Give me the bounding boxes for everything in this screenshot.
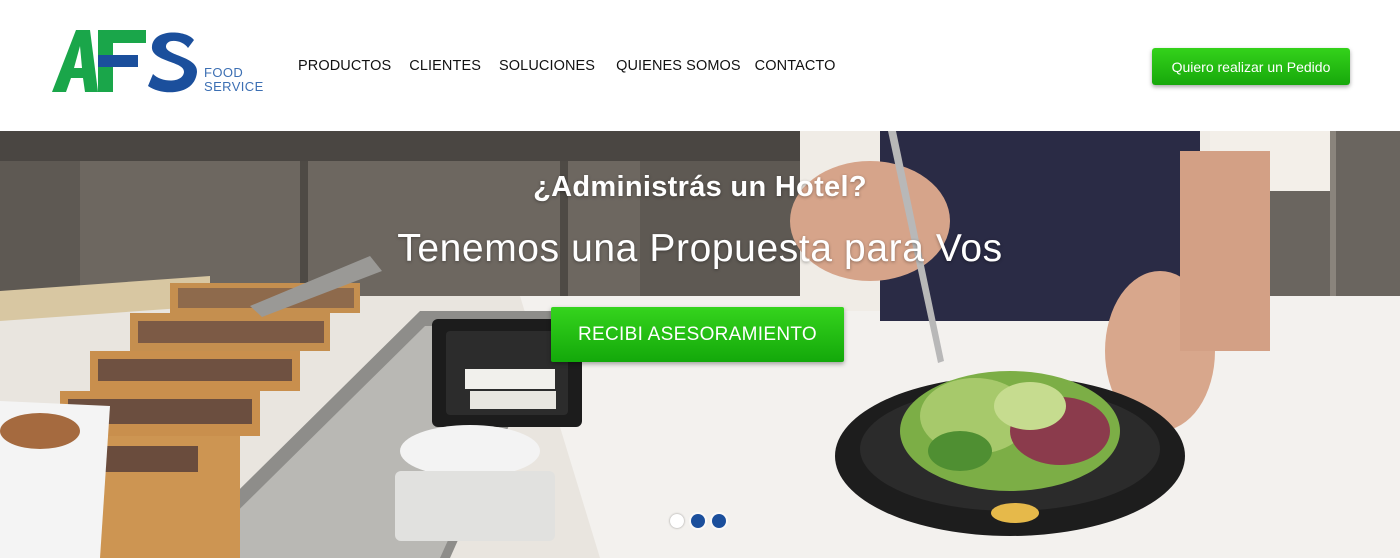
- afs-logo[interactable]: FOOD SERVICE: [52, 28, 267, 96]
- place-order-button[interactable]: Quiero realizar un Pedido: [1152, 48, 1350, 85]
- carousel-dot-3[interactable]: [712, 514, 726, 528]
- carousel-dot-1[interactable]: [670, 514, 684, 528]
- hero-title: ¿Administrás un Hotel?: [533, 171, 867, 203]
- logo-tagline-line2: SERVICE: [204, 79, 264, 94]
- site-header: FOOD SERVICE PRODUCTOS CLIENTES SOLUCION…: [0, 0, 1400, 131]
- nav-contacto[interactable]: CONTACTO: [755, 58, 836, 74]
- main-nav: PRODUCTOS CLIENTES SOLUCIONES QUIENES SO…: [298, 56, 836, 76]
- hero-subtitle: Tenemos una Propuesta para Vos: [397, 227, 1003, 270]
- get-advice-button[interactable]: RECIBI ASESORAMIENTO: [551, 307, 844, 362]
- nav-clientes[interactable]: CLIENTES: [409, 58, 481, 74]
- nav-quienes-somos[interactable]: QUIENES SOMOS: [616, 58, 741, 74]
- nav-soluciones[interactable]: SOLUCIONES: [499, 58, 595, 74]
- nav-productos[interactable]: PRODUCTOS: [298, 58, 391, 74]
- logo-tagline-line1: FOOD: [204, 65, 243, 80]
- carousel-dot-2[interactable]: [691, 514, 705, 528]
- hero-banner: ¿Administrás un Hotel? Tenemos una Propu…: [0, 131, 1400, 558]
- carousel-indicators: [670, 514, 733, 528]
